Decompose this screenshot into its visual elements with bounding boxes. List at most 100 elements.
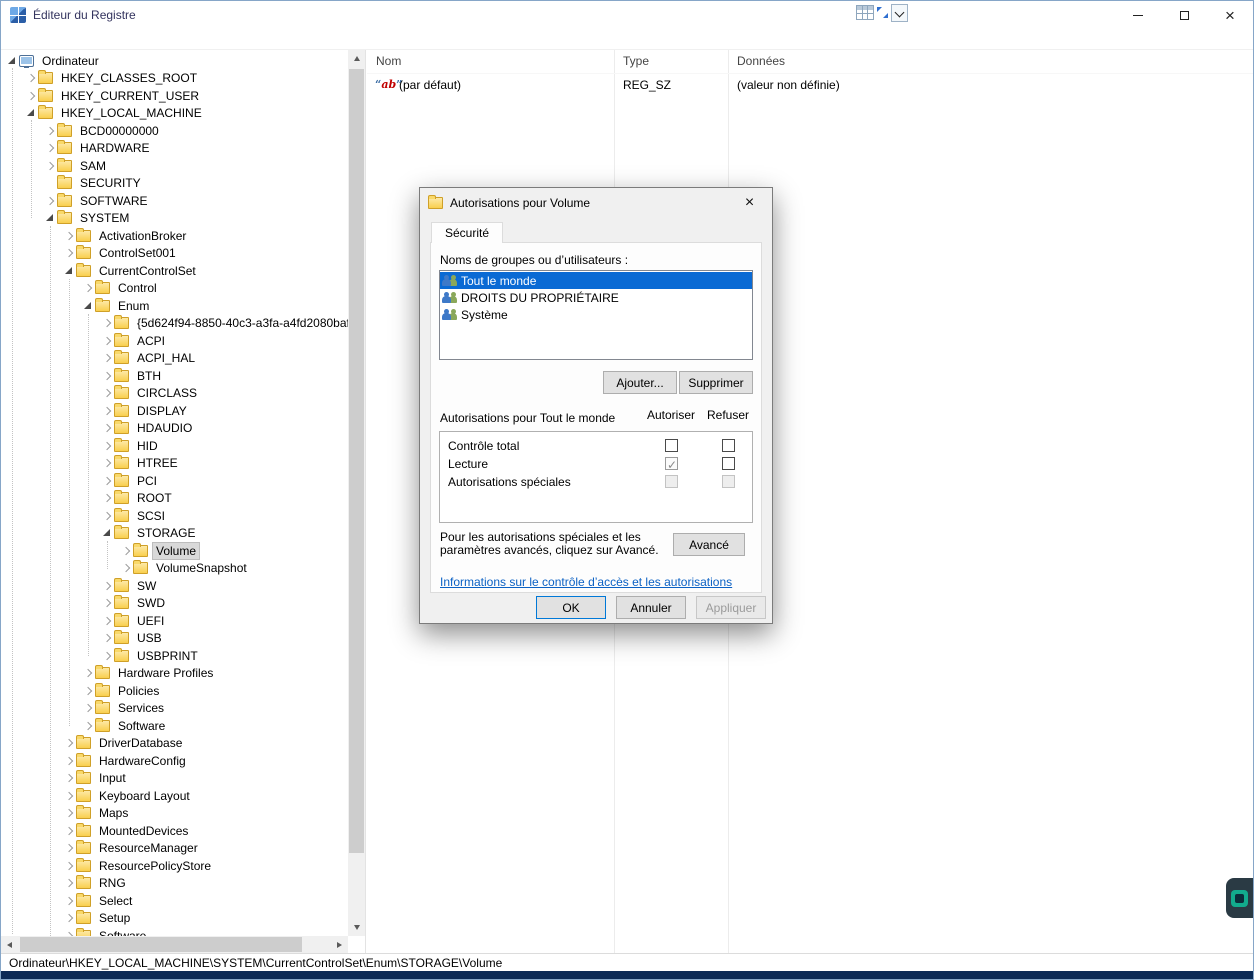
chevron-icon[interactable]: [121, 545, 131, 557]
tree-item[interactable]: Input: [1, 770, 348, 788]
tree-item[interactable]: Volume: [1, 542, 348, 560]
tree-item[interactable]: ControlSet001: [1, 245, 348, 263]
chevron-icon[interactable]: [102, 632, 112, 644]
chevron-icon[interactable]: [26, 107, 36, 119]
tree-item[interactable]: Enum: [1, 297, 348, 315]
chevron-down-icon[interactable]: [891, 4, 908, 22]
chevron-icon[interactable]: [64, 247, 74, 259]
chevron-icon[interactable]: [102, 510, 112, 522]
chevron-icon[interactable]: [102, 475, 112, 487]
scroll-down-button[interactable]: [348, 919, 365, 936]
tree-item[interactable]: SECURITY: [1, 175, 348, 193]
tree-item[interactable]: VolumeSnapshot: [1, 560, 348, 578]
chevron-icon[interactable]: [83, 300, 93, 312]
tree-item[interactable]: {5d624f94-8850-40c3-a3fa-a4fd2080baf3}: [1, 315, 348, 333]
chevron-icon[interactable]: [83, 720, 93, 732]
chevron-icon[interactable]: [102, 527, 112, 539]
overlay-handle[interactable]: [1226, 878, 1253, 918]
tree-item[interactable]: Hardware Profiles: [1, 665, 348, 683]
tree-item[interactable]: DISPLAY: [1, 402, 348, 420]
chevron-icon[interactable]: [83, 667, 93, 679]
tree-item[interactable]: Select: [1, 892, 348, 910]
tree-item[interactable]: SYSTEM: [1, 210, 348, 228]
chevron-icon[interactable]: [64, 772, 74, 784]
apply-button[interactable]: Appliquer: [696, 596, 766, 619]
chevron-icon[interactable]: [102, 580, 112, 592]
tree-horizontal-scrollbar[interactable]: [1, 936, 348, 953]
chevron-icon[interactable]: [83, 282, 93, 294]
tree-item[interactable]: CurrentControlSet: [1, 262, 348, 280]
chevron-icon[interactable]: [64, 737, 74, 749]
tree-item[interactable]: ActivationBroker: [1, 227, 348, 245]
chevron-icon[interactable]: [64, 265, 74, 277]
tree-item[interactable]: UEFI: [1, 612, 348, 630]
tree-item[interactable]: HARDWARE: [1, 140, 348, 158]
tree-item[interactable]: HTREE: [1, 455, 348, 473]
maximize-button[interactable]: [1161, 1, 1207, 29]
chevron-icon[interactable]: [64, 860, 74, 872]
value-row[interactable]: ab (par défaut) REG_SZ (valeur non défin…: [367, 76, 1253, 94]
tree-item[interactable]: HID: [1, 437, 348, 455]
advanced-button[interactable]: Avancé: [673, 533, 745, 556]
tree-item[interactable]: Software: [1, 717, 348, 735]
remove-button[interactable]: Supprimer: [679, 371, 753, 394]
users-listbox[interactable]: Tout le monde DROITS DU PROPRIÉTAIRE Sys…: [439, 270, 753, 360]
tree-item[interactable]: HKEY_CLASSES_ROOT: [1, 70, 348, 88]
tree-item[interactable]: ResourcePolicyStore: [1, 857, 348, 875]
tree-item[interactable]: Control: [1, 280, 348, 298]
tree-item[interactable]: PCI: [1, 472, 348, 490]
chevron-icon[interactable]: [64, 912, 74, 924]
chevron-icon[interactable]: [45, 160, 55, 172]
tree-item[interactable]: ACPI_HAL: [1, 350, 348, 368]
chevron-icon[interactable]: [102, 405, 112, 417]
chevron-icon[interactable]: [64, 230, 74, 242]
tree-item[interactable]: SW: [1, 577, 348, 595]
dialog-close-button[interactable]: [727, 188, 772, 218]
tree-item[interactable]: Services: [1, 700, 348, 718]
chevron-icon[interactable]: [45, 195, 55, 207]
chevron-icon[interactable]: [102, 597, 112, 609]
tree-item[interactable]: SOFTWARE: [1, 192, 348, 210]
tree-item[interactable]: MountedDevices: [1, 822, 348, 840]
tree-item[interactable]: HKEY_CURRENT_USER: [1, 87, 348, 105]
tree-item[interactable]: SAM: [1, 157, 348, 175]
tree-item[interactable]: RNG: [1, 875, 348, 893]
tree-item[interactable]: ResourceManager: [1, 840, 348, 858]
DROITS DU PROPRIÉTAIRE[interactable]: DROITS DU PROPRIÉTAIRE: [440, 289, 752, 306]
chevron-icon[interactable]: [102, 352, 112, 364]
deny-checkbox[interactable]: [722, 439, 735, 452]
scroll-right-button[interactable]: [331, 936, 348, 953]
allow-checkbox[interactable]: [665, 439, 678, 452]
tree-item[interactable]: Setup: [1, 910, 348, 928]
tree-item[interactable]: DriverDatabase: [1, 735, 348, 753]
acl-info-link[interactable]: Informations sur le contrôle d’accès et …: [440, 575, 732, 589]
chevron-icon[interactable]: [83, 702, 93, 714]
tree-vertical-scrollbar[interactable]: [348, 50, 365, 936]
dialog-titlebar[interactable]: Autorisations pour Volume: [420, 188, 772, 218]
chevron-icon[interactable]: [45, 212, 55, 224]
column-header-donnees[interactable]: Données: [728, 50, 1253, 73]
tree-item[interactable]: Maps: [1, 805, 348, 823]
grid-icon[interactable]: [856, 5, 874, 20]
chevron-icon[interactable]: [64, 825, 74, 837]
horizontal-scrollbar-thumb[interactable]: [20, 937, 302, 952]
tree-item[interactable]: Ordinateur: [1, 52, 348, 70]
Système[interactable]: Système: [440, 306, 752, 323]
chevron-icon[interactable]: [121, 562, 131, 574]
close-button[interactable]: [1207, 1, 1253, 29]
tab-securite[interactable]: Sécurité: [431, 222, 503, 243]
deny-checkbox[interactable]: [722, 475, 735, 488]
add-button[interactable]: Ajouter...: [603, 371, 677, 394]
allow-checkbox[interactable]: [665, 457, 678, 470]
tree-item[interactable]: Software: [1, 927, 348, 936]
chevron-icon[interactable]: [102, 387, 112, 399]
chevron-icon[interactable]: [64, 842, 74, 854]
chevron-icon[interactable]: [83, 685, 93, 697]
tree-item[interactable]: CIRCLASS: [1, 385, 348, 403]
allow-checkbox[interactable]: [665, 475, 678, 488]
scroll-left-button[interactable]: [1, 936, 18, 953]
tree-item[interactable]: ROOT: [1, 490, 348, 508]
chevron-icon[interactable]: [26, 90, 36, 102]
tree-item[interactable]: Policies: [1, 682, 348, 700]
cancel-button[interactable]: Annuler: [616, 596, 686, 619]
